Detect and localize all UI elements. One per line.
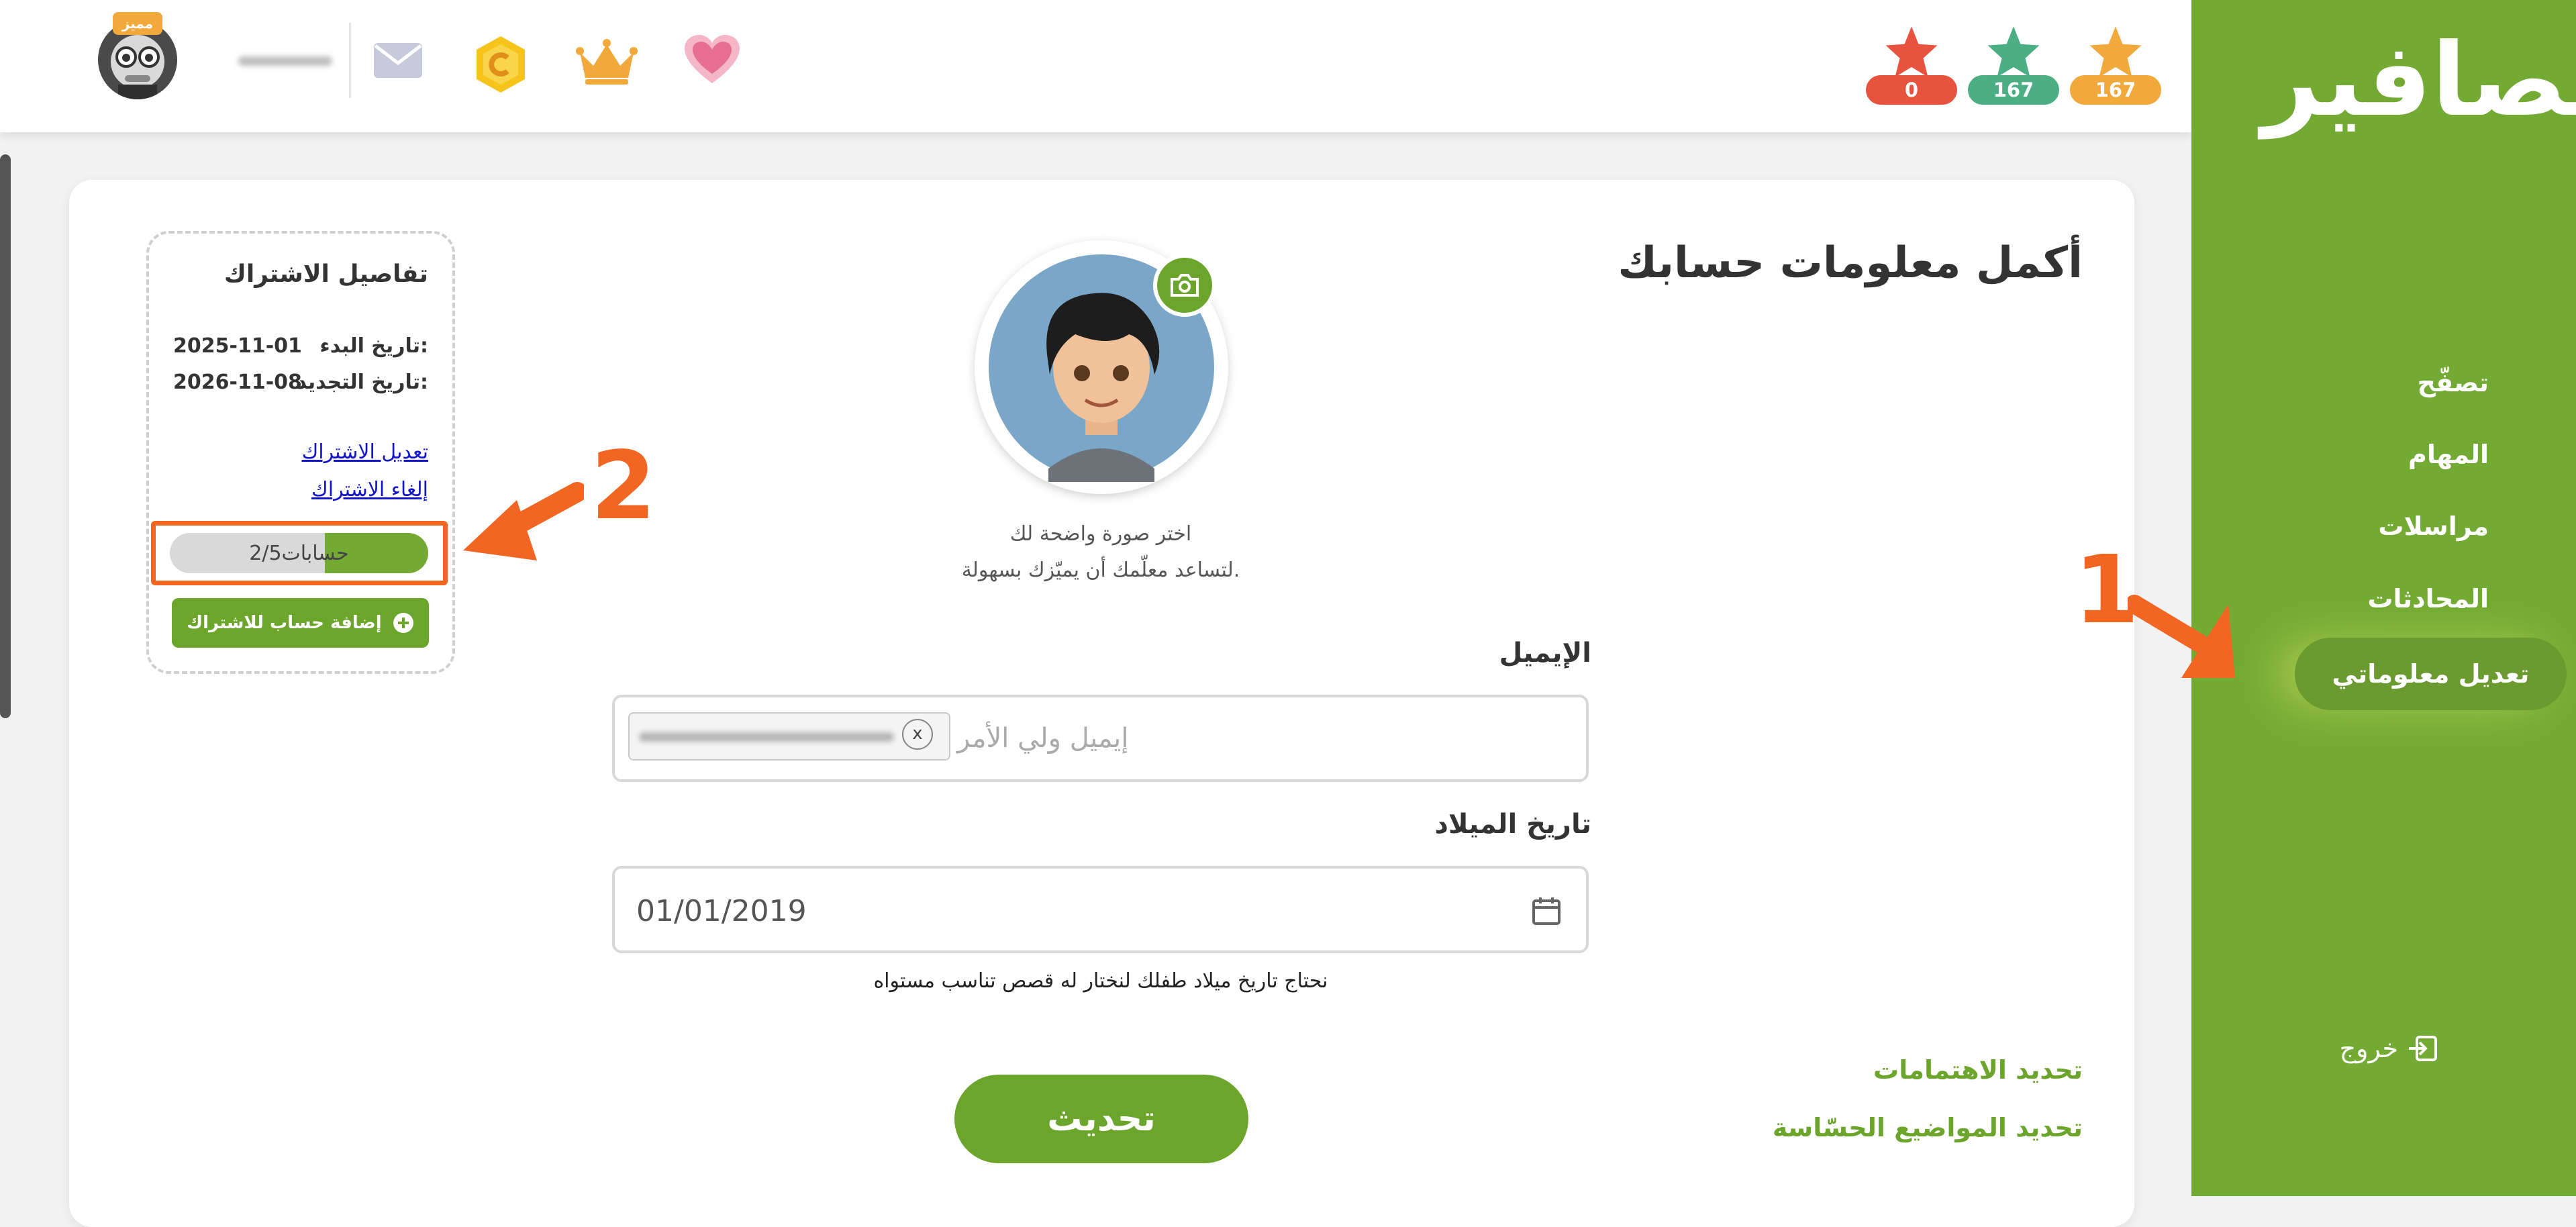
start-date-value: 2025-11-01 [173, 334, 302, 358]
app-logo[interactable]: عصافير [2262, 27, 2576, 134]
subscription-title: تفاصيل الاشتراك [224, 260, 428, 288]
email-placeholder: إيميل ولي الأمر [957, 723, 1129, 754]
star-counter-green: 167 [1968, 24, 2059, 105]
email-chip[interactable]: x [628, 712, 950, 760]
annotation-arrow-2-icon [463, 482, 584, 560]
add-account-label: إضافة حساب للاشتراك [187, 613, 382, 633]
plus-circle-icon [393, 613, 413, 633]
star-count-orange: 167 [2070, 75, 2161, 105]
crown-icon[interactable] [576, 39, 638, 89]
accounts-progress-bar: حسابات 2/5 [170, 533, 428, 573]
sidebar-item-conversations[interactable]: المحادثات [2367, 584, 2489, 614]
start-date-label: تاريخ البدء: [319, 334, 428, 358]
scrollbar-thumb[interactable] [0, 154, 11, 718]
edit-subscription-link[interactable]: تعديل الاشتراك [302, 440, 428, 464]
photo-hint-line1: اختر صورة واضحة لك [1009, 522, 1192, 546]
change-photo-button[interactable] [1153, 254, 1216, 317]
email-chip-remove-button[interactable]: x [902, 719, 933, 750]
birthdate-hint: نحتاج تاريخ ميلاد طفلك لنختار له قصص تنا… [873, 969, 1328, 993]
star-counter-orange: 167 [2070, 24, 2161, 105]
photo-hint-line2: لتساعد معلّمك أن يميّزك بسهولة. [961, 558, 1240, 582]
sidebar-item-messages[interactable]: مراسلات [2378, 511, 2489, 541]
page-title: أكمل معلومات حسابك [1618, 238, 2083, 288]
calendar-icon[interactable] [1531, 895, 1562, 926]
sidebar-item-browse[interactable]: تصفّح [2418, 368, 2489, 397]
birthdate-value: 01/01/2019 [636, 894, 807, 928]
email-label: الإيميل [1499, 638, 1591, 669]
mail-icon[interactable] [373, 42, 424, 82]
cancel-subscription-link[interactable]: إلغاء الاشتراك [311, 478, 428, 501]
sidebar-item-tasks[interactable]: المهام [2408, 440, 2489, 469]
accounts-ratio: 2/5 [249, 541, 282, 565]
birthdate-label: تاريخ الميلاد [1434, 809, 1591, 840]
star-count-green: 167 [1968, 75, 2059, 105]
renew-date-label: تاريخ التجديد: [296, 371, 428, 394]
camera-icon [1171, 274, 1199, 297]
star-icon [2089, 26, 2142, 77]
renew-date-value: 2026-11-08 [173, 371, 302, 394]
topbar-divider [349, 23, 351, 98]
logout-label: خروج [2339, 1034, 2398, 1063]
email-field[interactable]: إيميل ولي الأمر x [612, 695, 1589, 782]
set-sensitive-topics-link[interactable]: تحديد المواضيع الحسّاسة [1773, 1113, 2083, 1142]
sidebar-item-edit-profile[interactable]: تعديل معلوماتي [2295, 638, 2567, 710]
accounts-progress-label: حسابات 2/5 [170, 533, 428, 573]
premium-badge: مميز [113, 12, 162, 35]
birthdate-field[interactable]: 01/01/2019 [612, 866, 1589, 953]
set-interests-link[interactable]: تحديد الاهتمامات [1873, 1055, 2083, 1085]
logout-icon [2409, 1036, 2437, 1061]
update-button[interactable]: تحديث [954, 1075, 1248, 1163]
top-bar [0, 0, 2191, 132]
email-chip-value-redacted [639, 732, 894, 742]
logout-button[interactable]: خروج [2340, 1034, 2438, 1063]
star-icon [1987, 26, 2040, 77]
star-count-red: 0 [1866, 75, 1957, 105]
heart-icon[interactable] [683, 34, 741, 89]
accounts-word: حسابات [281, 541, 349, 565]
annotation-number-2: 2 [591, 432, 656, 541]
add-account-button[interactable]: إضافة حساب للاشتراك [172, 598, 429, 648]
annotation-arrow-1-icon [2128, 595, 2235, 678]
star-icon [1885, 26, 1938, 77]
coin-icon[interactable] [471, 35, 530, 97]
username-redacted [238, 56, 332, 66]
star-counter-red: 0 [1866, 24, 1957, 105]
